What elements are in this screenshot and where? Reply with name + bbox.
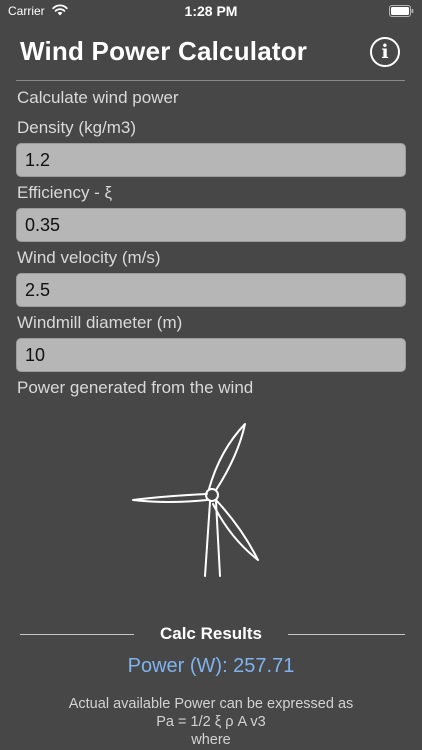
- explanation-where: where: [191, 732, 231, 748]
- wind-velocity-input[interactable]: [16, 273, 406, 307]
- intro-label: Calculate wind power: [17, 88, 179, 107]
- power-result: Power (W): 257.71: [127, 655, 295, 677]
- battery-icon: [389, 5, 414, 17]
- density-input[interactable]: [16, 143, 406, 177]
- page-title: Wind Power Calculator: [20, 36, 308, 66]
- info-button[interactable]: i: [370, 37, 400, 67]
- status-time: 1:28 PM: [184, 3, 238, 19]
- diameter-input[interactable]: [16, 338, 406, 372]
- efficiency-input[interactable]: [16, 208, 406, 242]
- power-section-label: Power generated from the wind: [17, 378, 254, 397]
- wind-velocity-label: Wind velocity (m/s): [17, 248, 161, 267]
- wind-turbine-icon: [132, 423, 259, 577]
- formula-line: Pa = 1/2 ξ ρ A v3: [156, 714, 266, 730]
- diameter-label: Windmill diameter (m): [17, 313, 183, 332]
- info-icon: i: [381, 41, 389, 63]
- navigation-header: Wind Power Calculator i: [0, 28, 422, 80]
- explanation-line: Actual available Power can be expressed …: [68, 696, 354, 712]
- efficiency-label: Efficiency - ξ: [17, 183, 113, 202]
- header-divider: [16, 80, 405, 81]
- formula-explanation: Actual available Power can be expressed …: [0, 695, 422, 749]
- status-bar: Carrier 1:28 PM: [0, 0, 422, 24]
- density-label: Density (kg/m3): [17, 118, 137, 137]
- results-title: Calc Results: [159, 624, 263, 643]
